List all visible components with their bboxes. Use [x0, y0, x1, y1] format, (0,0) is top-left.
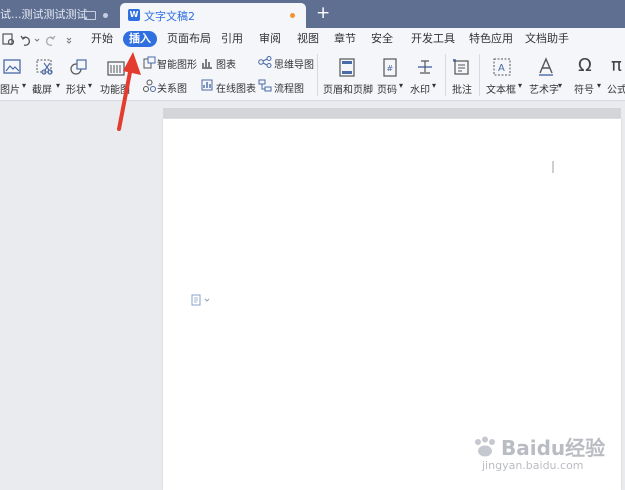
watermark-url: jingyan.baidu.com — [482, 459, 584, 472]
annotation-arrow — [117, 52, 141, 131]
watermark-brand: Baidu经验 — [501, 436, 606, 460]
paw-icon — [475, 436, 495, 457]
